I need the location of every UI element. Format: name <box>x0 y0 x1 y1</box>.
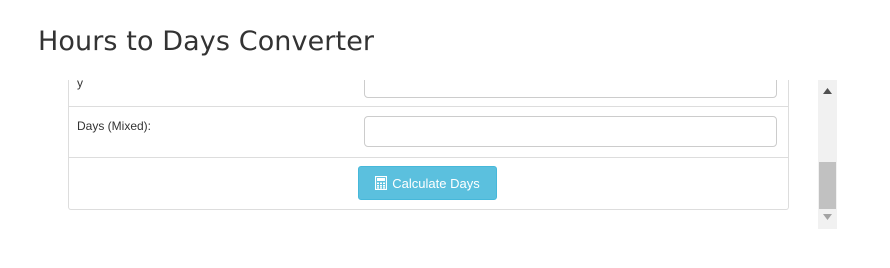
page-title: Hours to Days Converter <box>38 26 375 57</box>
panel-scrollbar[interactable] <box>818 80 837 229</box>
calculate-days-label: Calculate Days <box>392 175 480 191</box>
calculator-icon <box>375 175 388 191</box>
scroll-up-arrow-icon[interactable] <box>818 82 837 99</box>
form-row-days-mixed: Days (Mixed): <box>69 107 788 158</box>
form-row-partial: y <box>69 80 788 107</box>
scrollbar-thumb[interactable] <box>819 162 836 209</box>
partial-field[interactable] <box>364 80 777 98</box>
days-mixed-label: Days (Mixed): <box>77 119 152 133</box>
scroll-down-arrow-icon[interactable] <box>818 208 837 225</box>
converter-form-panel: y Days (Mixed): Calculate Days <box>68 80 789 210</box>
calculate-days-button[interactable]: Calculate Days <box>358 166 497 200</box>
form-row-label-partial: y <box>77 80 83 90</box>
days-mixed-field[interactable] <box>364 116 777 147</box>
form-row-actions: Calculate Days <box>69 158 788 209</box>
page: Hours to Days Converter y Days (Mixed): <box>0 0 890 268</box>
